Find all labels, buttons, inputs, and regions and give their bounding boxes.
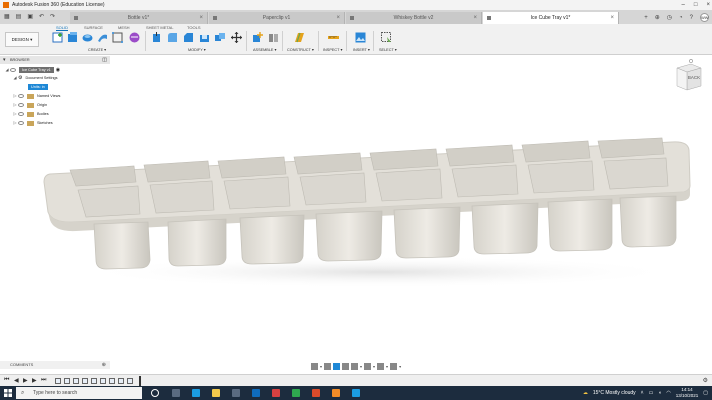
search-icon: ⌕ xyxy=(21,390,25,396)
grid-settings-icon[interactable] xyxy=(377,362,385,370)
ice-cube-tray-model[interactable] xyxy=(43,137,691,270)
fit-icon[interactable] xyxy=(351,362,359,370)
chevron-down-icon[interactable]: ▾ xyxy=(360,364,362,369)
go-to-end-icon[interactable]: ⏭ xyxy=(41,377,46,384)
timeline: ⏮ ◀ ▶ ▶ ⏭ ⚙ xyxy=(0,374,712,386)
store-icon[interactable] xyxy=(232,389,240,397)
step-back-icon[interactable]: ◀ xyxy=(14,377,19,384)
edge-browser-icon[interactable] xyxy=(192,389,200,397)
orbit-icon[interactable] xyxy=(311,362,318,370)
mail-icon[interactable] xyxy=(252,389,260,397)
zoom-icon[interactable] xyxy=(342,362,350,370)
viewports-icon[interactable] xyxy=(390,362,398,370)
cortana-icon[interactable] xyxy=(151,389,159,397)
timeline-feature[interactable] xyxy=(64,378,70,384)
file-explorer-icon[interactable] xyxy=(212,389,220,397)
network-icon[interactable]: ▭ xyxy=(649,390,654,396)
play-icon[interactable]: ▶ xyxy=(23,377,28,384)
chevron-down-icon[interactable]: ▾ xyxy=(320,364,322,369)
task-view-icon[interactable] xyxy=(172,389,180,397)
timeline-feature[interactable] xyxy=(100,378,106,384)
weather-icon[interactable]: ☁ xyxy=(583,390,588,396)
wifi-icon[interactable]: ◠ xyxy=(666,390,670,396)
chevron-down-icon[interactable]: ▾ xyxy=(399,364,401,369)
comments-panel[interactable]: COMMENTS ⊕ xyxy=(0,361,110,369)
taskbar-search-input[interactable]: ⌕ Type here to search xyxy=(16,387,142,399)
viewport-canvas[interactable] xyxy=(0,0,712,400)
word-icon[interactable] xyxy=(352,389,360,397)
timeline-feature[interactable] xyxy=(55,378,61,384)
windows-start-icon[interactable] xyxy=(4,389,12,397)
weather-label[interactable]: 15°C Mostly cloudy xyxy=(593,390,636,396)
fusion-360-taskbar-icon[interactable] xyxy=(332,389,340,397)
tray-overflow-icon[interactable]: ˄ xyxy=(641,390,644,396)
look-at-icon[interactable] xyxy=(324,362,332,370)
go-to-start-icon[interactable]: ⏮ xyxy=(4,377,9,384)
clock-date: 13/10/2021 xyxy=(675,393,699,398)
timeline-feature[interactable] xyxy=(109,378,115,384)
timeline-feature[interactable] xyxy=(73,378,79,384)
chevron-down-icon[interactable]: ▾ xyxy=(386,364,388,369)
view-cube-face-label: BACK xyxy=(688,75,700,80)
clock[interactable]: 14:14 13/10/2021 xyxy=(676,387,699,399)
display-settings-icon[interactable] xyxy=(364,362,372,370)
app-icon[interactable] xyxy=(272,389,280,397)
clock-time: 14:14 xyxy=(681,387,693,392)
timeline-feature[interactable] xyxy=(82,378,88,384)
system-tray: ☁ 15°C Mostly cloudy ˄ ▭ ◖ ◠ 14:14 13/10… xyxy=(583,386,708,400)
powerpoint-icon[interactable] xyxy=(312,389,320,397)
pan-icon[interactable] xyxy=(333,362,341,370)
home-view-icon[interactable] xyxy=(689,59,693,63)
windows-taskbar: ⌕ Type here to search ☁ 15°C Mostly clou… xyxy=(0,386,712,400)
timeline-feature[interactable] xyxy=(127,378,133,384)
fusion-window: Autodesk Fusion 360 (Education License) … xyxy=(0,0,712,400)
view-cube[interactable]: BACK xyxy=(673,58,705,94)
volume-icon[interactable]: ◖ xyxy=(658,390,661,396)
comments-label: COMMENTS xyxy=(10,362,34,367)
chevron-down-icon[interactable]: ▾ xyxy=(373,364,375,369)
timeline-feature[interactable] xyxy=(91,378,97,384)
add-comment-icon[interactable]: ⊕ xyxy=(102,361,106,369)
timeline-marker[interactable] xyxy=(139,376,141,386)
gear-icon[interactable]: ⚙ xyxy=(703,377,708,384)
chrome-icon[interactable] xyxy=(292,389,300,397)
notification-center-icon[interactable]: ▢ xyxy=(703,390,708,396)
navigation-toolbar: ▾ ▾ ▾ ▾ ▾ xyxy=(311,361,403,371)
timeline-feature[interactable] xyxy=(118,378,124,384)
search-placeholder: Type here to search xyxy=(33,390,78,396)
step-forward-icon[interactable]: ▶ xyxy=(32,377,37,384)
